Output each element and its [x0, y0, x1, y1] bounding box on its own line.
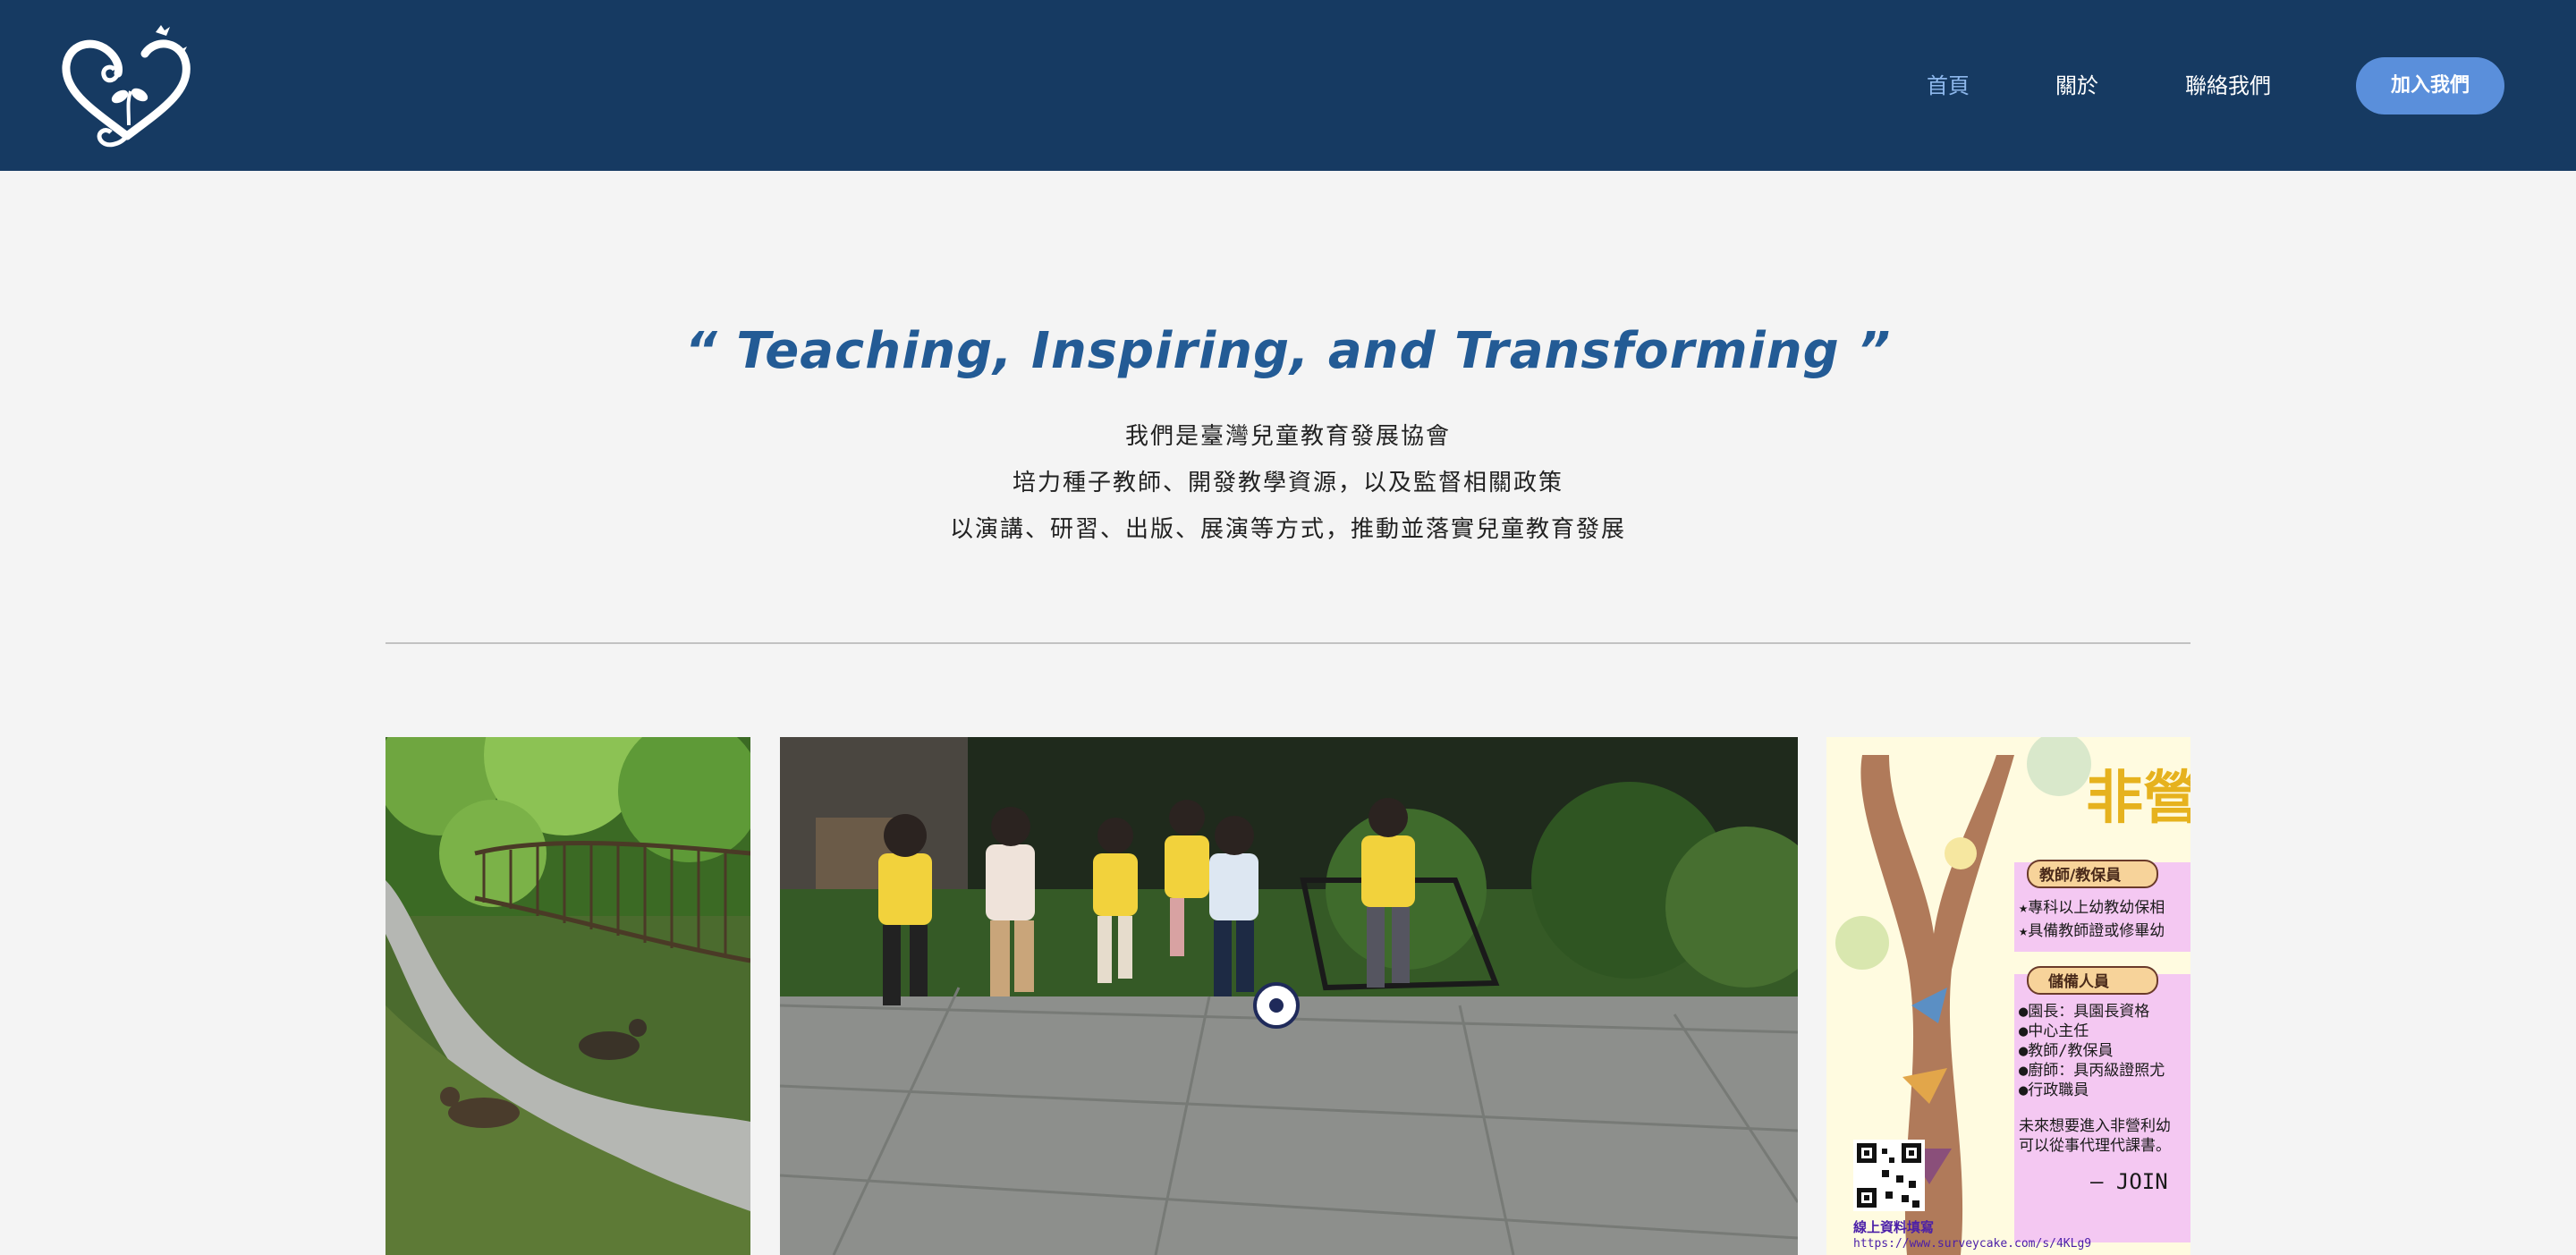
poster-section1-item: ★專科以上幼教幼保相: [2019, 899, 2165, 917]
qr-code-icon: [1853, 1140, 1925, 1211]
poster-online-label: 線上資料填寫: [1853, 1219, 1934, 1235]
nav-contact[interactable]: 聯絡我們: [2185, 70, 2271, 102]
poster-note-line: 未來想要進入非營利幼: [2019, 1117, 2171, 1135]
site-logo[interactable]: [55, 20, 199, 152]
join-us-button[interactable]: 加入我們: [2356, 57, 2504, 114]
nav-home[interactable]: 首頁: [1927, 70, 1970, 102]
poster-url-link[interactable]: https://www.surveycake.com/s/4KLg9: [1853, 1237, 2091, 1251]
poster-section2-item: ●行政職員: [2019, 1081, 2089, 1099]
poster-section2-item: ●中心主任: [2019, 1022, 2089, 1040]
gallery-photo-kids-soccer[interactable]: [780, 737, 1798, 1255]
poster-section1-title: 教師/教保員: [2038, 866, 2121, 885]
photo-gallery: 非營 教師/教保員 ★專科以上幼教幼保相 ★具備教師證或修畢幼 儲備人員 ●園長…: [386, 737, 2190, 1255]
hero-tagline: “ Teaching, Inspiring, and Transforming …: [684, 322, 1892, 380]
site-header: 首頁 關於 聯絡我們 加入我們: [0, 0, 2576, 171]
poster-join-text: — JOIN: [2090, 1169, 2168, 1194]
section-divider: [386, 642, 2190, 644]
gallery-recruitment-poster[interactable]: 非營 教師/教保員 ★專科以上幼教幼保相 ★具備教師證或修畢幼 儲備人員 ●園長…: [1826, 737, 2190, 1255]
hero-intro: 我們是臺灣兒童教育發展協會 培力種子教師、開發教學資源，以及監督相關政策 以演講…: [0, 413, 2576, 553]
poster-section2-item: ●園長：具園長資格: [2019, 1003, 2149, 1021]
poster-section1-item: ★具備教師證或修畢幼: [2019, 922, 2165, 940]
intro-line: 以演講、研習、出版、展演等方式，推動並落實兒童教育發展: [949, 516, 1626, 543]
poster-note-line: 可以從事代理代課書。: [2019, 1137, 2171, 1155]
nav-about[interactable]: 關於: [2055, 70, 2098, 102]
gallery-photo-ducks[interactable]: [386, 737, 750, 1255]
intro-line: 培力種子教師、開發教學資源，以及監督相關政策: [1012, 470, 1563, 496]
poster-title: 非營: [2086, 766, 2190, 832]
intro-line: 我們是臺灣兒童教育發展協會: [1124, 423, 1451, 450]
heart-bird-logo-icon: [62, 25, 191, 148]
poster-section2-title: 儲備人員: [2048, 972, 2109, 991]
poster-section2-item: ●廚師：具丙級證照尤: [2019, 1061, 2165, 1080]
poster-section2-item: ●教師/教保員: [2019, 1042, 2113, 1060]
